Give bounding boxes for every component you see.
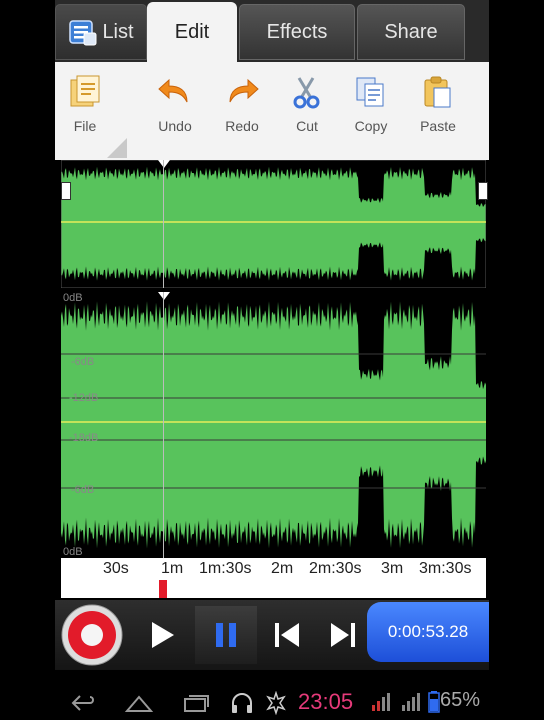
timeline-tick: 1m (161, 560, 184, 577)
playhead-position-marker[interactable] (159, 580, 167, 598)
list-icon (69, 20, 97, 46)
cut-label: Cut (296, 118, 318, 134)
back-icon[interactable] (70, 693, 98, 713)
signal-icon-2 (402, 693, 420, 711)
copy-icon (356, 77, 384, 107)
copy-button[interactable]: Copy (339, 72, 403, 134)
record-button[interactable] (57, 600, 127, 670)
undo-icon (158, 78, 188, 103)
pause-button[interactable] (195, 606, 257, 664)
waveform-overview[interactable] (60, 159, 488, 289)
headphones-icon (232, 693, 252, 713)
battery-percent: 65% (440, 689, 481, 711)
skip-back-icon (275, 623, 299, 647)
signal-icon (372, 693, 390, 711)
tab-share-label: Share (384, 20, 438, 43)
scissors-icon (293, 77, 320, 109)
playhead-marker-bottom[interactable] (158, 292, 170, 300)
tab-bar: List Edit Effects Share (55, 0, 489, 62)
paste-button[interactable]: Paste (406, 72, 470, 134)
undo-button[interactable]: Undo (143, 72, 207, 134)
transport-bar: 0:00:53.28 (55, 600, 489, 670)
record-icon (61, 604, 123, 666)
timeline-tick: 3m:30s (419, 560, 472, 577)
system-nav-bar: 23:05 65% (0, 685, 544, 720)
corner-grip-icon (107, 138, 127, 158)
tab-edit[interactable]: Edit (147, 2, 237, 62)
selection-start-handle[interactable] (61, 182, 71, 200)
play-button[interactable] (133, 606, 189, 664)
waveform-detail[interactable]: 0dB -6dB -12dB -18dB -6dB 0dB (61, 292, 486, 558)
playhead-marker-top[interactable] (158, 160, 170, 168)
tab-share[interactable]: Share (357, 4, 465, 60)
paste-label: Paste (420, 118, 456, 134)
tab-edit-label: Edit (174, 20, 210, 43)
file-label: File (73, 118, 97, 134)
redo-label: Redo (225, 118, 259, 134)
tab-list-label: List (102, 20, 134, 43)
tab-effects-label: Effects (266, 20, 328, 43)
skip-back-button[interactable] (261, 606, 313, 664)
skip-forward-button[interactable] (317, 606, 369, 664)
waveform-shape (61, 301, 486, 549)
redo-icon (229, 78, 259, 103)
playhead-line (163, 160, 164, 288)
redo-button[interactable]: Redo (210, 72, 274, 134)
db-label: 0dB (63, 292, 83, 304)
skip-forward-icon (331, 623, 355, 647)
paste-icon (424, 76, 451, 108)
timeline-tick: 2m:30s (309, 560, 362, 577)
db-label: 0dB (63, 546, 83, 558)
file-icon (70, 75, 100, 107)
recent-apps-icon[interactable] (182, 693, 210, 713)
timeline-tick: 1m:30s (199, 560, 252, 577)
db-label: -6dB (71, 484, 95, 496)
app-window: List Edit Effects Share File Undo Redo C… (55, 0, 489, 685)
status-clock: 23:05 (298, 689, 354, 714)
copy-label: Copy (354, 118, 388, 134)
selection-end-handle[interactable] (478, 182, 488, 200)
tab-effects[interactable]: Effects (239, 4, 355, 60)
playhead-line-detail (163, 292, 164, 558)
db-label: -12dB (69, 392, 99, 404)
home-icon[interactable] (124, 693, 154, 713)
playback-time: 0:00:53.28 (387, 622, 469, 641)
tab-list[interactable]: List (55, 4, 147, 60)
sync-icon (266, 691, 286, 715)
db-label: -6dB (71, 356, 95, 368)
play-icon (152, 622, 174, 648)
waveform-shape (61, 166, 486, 281)
timeline-tick: 2m (271, 560, 294, 577)
battery-icon (428, 691, 440, 713)
file-button[interactable]: File (55, 72, 117, 134)
edit-toolbar: File Undo Redo Cut Copy Paste (55, 62, 489, 160)
timeline-ruler[interactable]: 30s 1m 1m:30s 2m 2m:30s 3m 3m:30s (61, 558, 486, 598)
playback-time-display: 0:00:53.28 (367, 602, 489, 662)
pause-icon (216, 623, 236, 647)
timeline-tick: 3m (381, 560, 404, 577)
undo-label: Undo (158, 118, 192, 134)
db-label: -18dB (69, 432, 99, 444)
timeline-tick: 30s (103, 560, 129, 577)
cut-button[interactable]: Cut (275, 72, 339, 134)
